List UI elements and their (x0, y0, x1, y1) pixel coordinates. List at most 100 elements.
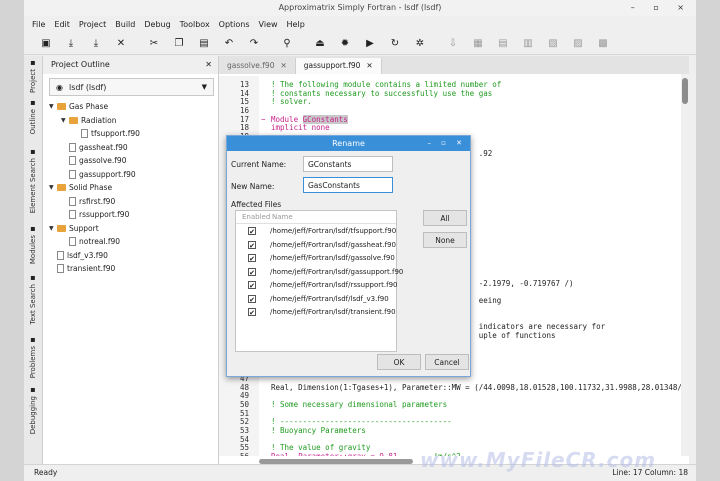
vertical-scrollbar[interactable] (681, 74, 689, 456)
file-checkbox[interactable]: ✔ (248, 267, 256, 277)
step-over-icon[interactable]: ▦ (468, 34, 488, 52)
cut-icon[interactable]: ✂ (144, 34, 164, 52)
new-name-field[interactable]: GasConstants (303, 177, 393, 193)
side-tab-element-search[interactable]: Element Search ▪ (24, 140, 42, 220)
all-button[interactable]: All (423, 210, 467, 226)
chevron-down-icon[interactable]: ▼ (49, 181, 57, 194)
copy-icon[interactable]: ❐ (169, 34, 189, 52)
refresh-icon[interactable]: ↻ (385, 34, 405, 52)
side-tab-project[interactable]: Project ▪ (24, 58, 42, 93)
chevron-down-icon[interactable]: ▼ (61, 114, 69, 127)
tree-label: rssupport.f90 (79, 210, 130, 219)
menu-item-edit[interactable]: Edit (54, 20, 70, 29)
current-name-field[interactable]: GConstants (303, 156, 393, 172)
step-icon[interactable]: ▥ (518, 34, 538, 52)
current-name-label: Current Name: (231, 160, 287, 169)
tree-file[interactable]: transient.f90 (49, 262, 115, 275)
new-name-label: New Name: (231, 182, 275, 191)
file-checkbox[interactable]: ✔ (248, 294, 256, 304)
side-tab-outline[interactable]: Outline ▪ (24, 94, 42, 138)
tree-folder[interactable]: ▼ Gas Phase (49, 100, 108, 113)
tree-folder[interactable]: ▼ Solid Phase (49, 181, 112, 194)
tree-file[interactable]: notreal.f90 (61, 235, 120, 248)
affected-files-list: Enabled Name ✔ /home/jeff/Fortran/lsdf/tf… (235, 210, 403, 352)
close-icon[interactable]: ✕ (366, 61, 372, 70)
menu-item-project[interactable]: Project (79, 20, 106, 29)
tree-file[interactable]: rssupport.f90 (61, 208, 129, 221)
file-path: /home/jeff/Fortran/lsdf/gassolve.f90 (270, 254, 395, 262)
chevron-down-icon[interactable]: ▼ (49, 222, 57, 235)
save-icon[interactable]: ⤓ (61, 34, 81, 52)
tree-folder[interactable]: ▼ Support (49, 222, 99, 235)
tree-file[interactable]: tfsupport.f90 (73, 127, 140, 140)
side-tab-strip: Project ▪ Outline ▪ Element Search ▪ Module… (24, 56, 43, 464)
tree-file[interactable]: lsdf_v3.f90 (49, 249, 108, 262)
build-icon[interactable]: ⏏ (310, 34, 330, 52)
editor-tabs: gassolve.f90 ✕ gassupport.f90 ✕ (219, 56, 689, 74)
line-number: 56 (219, 452, 249, 456)
debug-icon[interactable]: ✲ (410, 34, 430, 52)
tab-label: gassolve.f90 (227, 61, 275, 70)
tree-label: lsdf_v3.f90 (67, 250, 108, 260)
run-icon[interactable]: ▶ (360, 34, 380, 52)
close-icon[interactable]: ✕ (205, 56, 212, 74)
file-checkbox[interactable]: ✔ (248, 240, 256, 250)
file-checkbox[interactable]: ✔ (248, 227, 256, 236)
side-tab-debugging[interactable]: Debugging ▪ (24, 384, 42, 436)
side-tab-problems[interactable]: Problems ▪ (24, 332, 42, 382)
folder-icon (57, 224, 66, 232)
menu-item-debug[interactable]: Debug (144, 20, 170, 29)
step-into-icon[interactable]: ⇩ (443, 34, 463, 52)
close-icon[interactable]: ✕ (280, 61, 286, 70)
menu-item-file[interactable]: File (32, 20, 45, 29)
tree-label: gassheat.f90 (79, 142, 128, 152)
settings-icon[interactable]: ✹ (335, 34, 355, 52)
redo-icon[interactable]: ↷ (244, 34, 264, 52)
project-selector[interactable]: ◉ lsdf (lsdf) ▼ (49, 78, 214, 96)
stop-icon[interactable]: ▩ (593, 34, 613, 52)
selected-identifier: GConstants (302, 114, 348, 124)
breakpoint-icon[interactable]: ▨ (568, 34, 588, 52)
dialog-controls[interactable]: – ▫ ✕ (427, 136, 466, 151)
menu-item-toolbox[interactable]: Toolbox (180, 20, 210, 29)
menu-item-options[interactable]: Options (219, 20, 250, 29)
ok-button[interactable]: OK (377, 354, 421, 370)
watch-icon[interactable]: ▧ (543, 34, 563, 52)
file-checkbox[interactable]: ✔ (248, 254, 256, 263)
tab-label: gassupport.f90 (303, 61, 361, 70)
tree-file[interactable]: gassupport.f90 (61, 168, 136, 181)
tab-icon: ▪ (30, 97, 36, 107)
menu-item-build[interactable]: Build (115, 20, 135, 29)
menu-item-help[interactable]: Help (287, 20, 305, 29)
close-icon[interactable]: ✕ (111, 34, 131, 52)
tab-icon: ▪ (30, 273, 36, 283)
menu-item-view[interactable]: View (259, 20, 278, 29)
side-tab-modules[interactable]: Modules ▪ (24, 222, 42, 266)
undo-icon[interactable]: ↶ (219, 34, 239, 52)
affected-files-label: Affected Files (231, 200, 282, 209)
editor-tab[interactable]: gassupport.f90 ✕ (295, 58, 382, 74)
side-tab-text-search[interactable]: Text Search ▪ (24, 268, 42, 330)
file-checkbox[interactable]: ✔ (248, 308, 256, 317)
tree-file[interactable]: gassheat.f90 (61, 141, 128, 154)
title-bar: Approximatrix Simply Fortran - lsdf (lsd… (24, 0, 696, 16)
scroll-thumb[interactable] (682, 78, 688, 104)
search-icon[interactable]: ⚲ (277, 34, 297, 52)
tree-file[interactable]: rsfirst.f90 (61, 195, 115, 208)
tab-icon: ▪ (30, 335, 36, 345)
file-checkbox[interactable]: ✔ (248, 281, 256, 290)
tree-label: Support (69, 223, 99, 233)
chevron-down-icon[interactable]: ▼ (49, 100, 57, 113)
tree-file[interactable]: gassolve.f90 (61, 154, 126, 167)
tree-label: Solid Phase (69, 183, 113, 192)
step-out-icon[interactable]: ▤ (493, 34, 513, 52)
save-all-icon[interactable]: ⤓ (86, 34, 106, 52)
file-row: ✔ /home/jeff/Fortran/lsdf/tfsupport.f90 (236, 225, 396, 238)
new-file-icon[interactable]: ▣ (36, 34, 56, 52)
tree-folder[interactable]: ▼ Radiation (61, 114, 116, 127)
paste-icon[interactable]: ▤ (194, 34, 214, 52)
none-button[interactable]: None (423, 232, 467, 248)
window-controls[interactable]: – ▫ × (631, 0, 692, 16)
cancel-button[interactable]: Cancel (425, 354, 469, 370)
editor-tab[interactable]: gassolve.f90 ✕ (219, 58, 296, 74)
